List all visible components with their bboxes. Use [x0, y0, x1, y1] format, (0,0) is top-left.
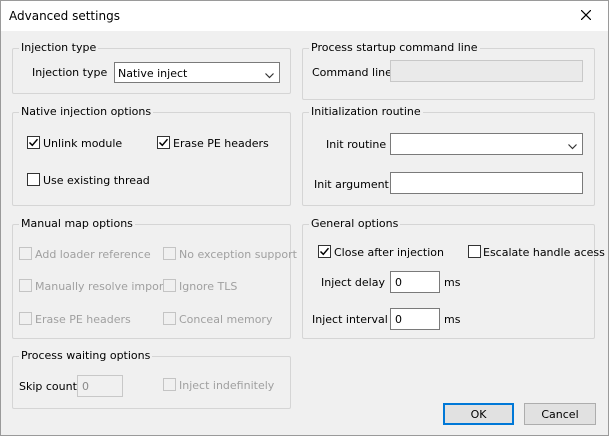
- use-existing-thread-label[interactable]: Use existing thread: [43, 174, 150, 187]
- inject-delay-field[interactable]: 0: [390, 271, 440, 293]
- inject-interval-field[interactable]: 0: [390, 308, 440, 330]
- close-after-injection-checkbox[interactable]: [318, 245, 331, 258]
- chevron-down-icon: [265, 69, 274, 82]
- add-loader-reference-label[interactable]: Add loader reference: [35, 248, 151, 261]
- cancel-button[interactable]: Cancel: [524, 403, 596, 425]
- use-existing-thread-checkbox[interactable]: [27, 173, 40, 186]
- group-title: Manual map options: [19, 217, 135, 230]
- erase-pe-headers-label[interactable]: Erase PE headers: [173, 137, 269, 150]
- escalate-handle-access-checkbox[interactable]: [468, 245, 481, 258]
- erase-pe-headers-checkbox[interactable]: [157, 136, 170, 149]
- init-routine-label: Init routine: [326, 138, 387, 151]
- ignore-tls-checkbox[interactable]: [163, 279, 176, 292]
- group-title: Process waiting options: [19, 349, 153, 362]
- escalate-handle-access-label[interactable]: Escalate handle acess: [483, 246, 605, 259]
- conceal-memory-checkbox[interactable]: [163, 312, 176, 325]
- manually-resolve-imports-checkbox[interactable]: [19, 279, 32, 292]
- checkmark-icon: [158, 138, 169, 147]
- window-title: Advanced settings: [9, 9, 120, 23]
- add-loader-reference-checkbox[interactable]: [19, 247, 32, 260]
- injection-type-label: Injection type: [32, 66, 108, 79]
- group-title: Process startup command line: [309, 41, 480, 54]
- ok-button[interactable]: OK: [443, 403, 514, 425]
- close-icon: [580, 9, 592, 23]
- inject-interval-label: Inject interval: [312, 313, 388, 326]
- title-bar: Advanced settings: [1, 1, 608, 31]
- no-exception-support-checkbox[interactable]: [163, 247, 176, 260]
- advanced-settings-dialog: Advanced settings Injection type Injecti…: [0, 0, 609, 436]
- manually-resolve-imports-label[interactable]: Manually resolve imports: [35, 280, 173, 293]
- command-line-field[interactable]: [390, 60, 583, 82]
- checkmark-icon: [319, 247, 330, 256]
- close-after-injection-label[interactable]: Close after injection: [334, 246, 444, 259]
- chevron-down-icon: [568, 140, 577, 153]
- close-button[interactable]: [564, 1, 608, 31]
- mm-erase-pe-headers-checkbox[interactable]: [19, 312, 32, 325]
- init-routine-dropdown[interactable]: [390, 133, 583, 155]
- inject-delay-label: Inject delay: [321, 276, 385, 289]
- ignore-tls-label[interactable]: Ignore TLS: [179, 280, 237, 293]
- init-argument-label: Init argument: [314, 178, 389, 191]
- unlink-module-checkbox[interactable]: [27, 136, 40, 149]
- native-injection-group: Native injection options: [12, 105, 291, 206]
- inject-indefinitely-checkbox[interactable]: [163, 378, 176, 391]
- checkmark-icon: [28, 138, 39, 147]
- group-title: Initialization routine: [309, 105, 423, 118]
- mm-erase-pe-headers-label[interactable]: Erase PE headers: [35, 313, 131, 326]
- conceal-memory-label[interactable]: Conceal memory: [179, 313, 272, 326]
- unlink-module-label[interactable]: Unlink module: [43, 137, 122, 150]
- skip-count-field[interactable]: 0: [77, 375, 123, 397]
- command-line-label: Command line: [312, 66, 392, 79]
- injection-type-value: Native inject: [118, 67, 188, 80]
- injection-type-dropdown[interactable]: Native inject: [114, 62, 280, 83]
- init-argument-field[interactable]: [390, 172, 583, 194]
- inject-delay-unit: ms: [444, 276, 461, 289]
- group-title: Injection type: [19, 41, 99, 54]
- skip-count-label: Skip count: [19, 380, 77, 393]
- inject-interval-unit: ms: [444, 313, 461, 326]
- group-title: Native injection options: [19, 105, 154, 118]
- no-exception-support-label[interactable]: No exception support: [179, 248, 297, 261]
- inject-indefinitely-label[interactable]: Inject indefinitely: [179, 379, 274, 392]
- group-title: General options: [309, 217, 401, 230]
